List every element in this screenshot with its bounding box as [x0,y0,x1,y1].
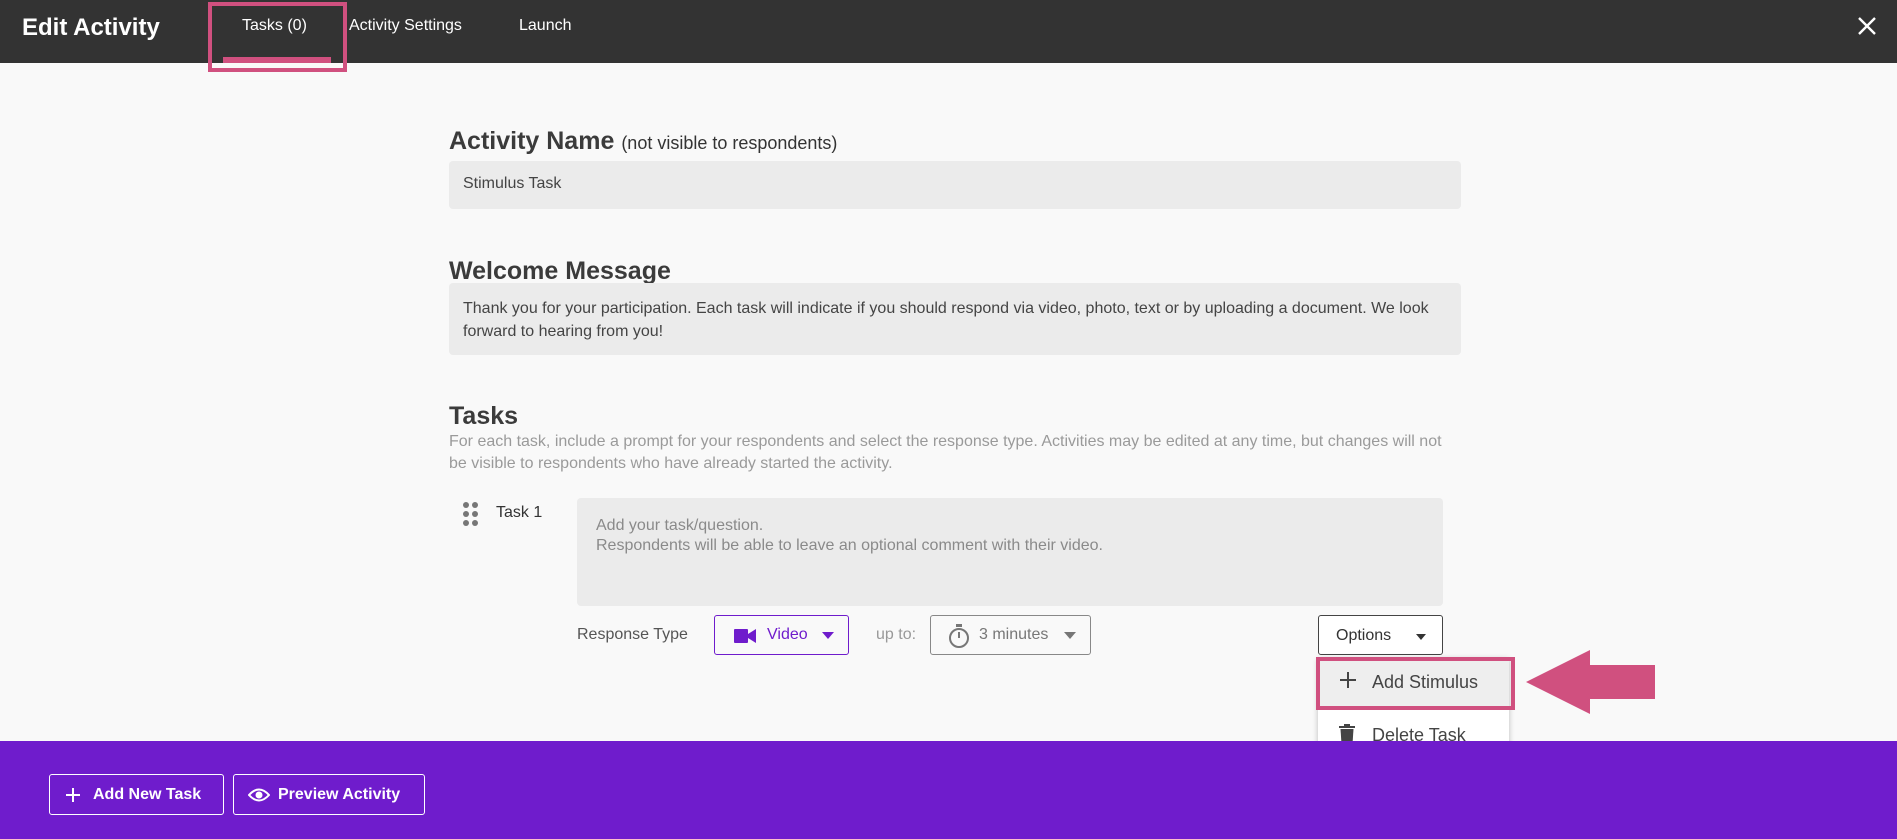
chevron-down-icon [1416,634,1426,640]
eye-icon [247,786,271,809]
tab-launch[interactable]: Launch [519,17,572,35]
pointer-arrow-icon [1524,650,1656,719]
page-title: Edit Activity [22,14,160,41]
plus-icon [64,786,82,809]
response-type-value: Video [767,626,808,643]
add-new-task-button[interactable]: Add New Task [49,774,224,815]
activity-name-note: (not visible to respondents) [621,133,838,153]
welcome-message-input[interactable]: Thank you for your participation. Each t… [449,283,1461,355]
tasks-heading: Tasks [449,402,519,430]
activity-name-title: Activity Name [449,127,615,155]
add-stimulus-highlight-box [1316,657,1515,710]
close-icon[interactable] [1855,13,1879,41]
preview-activity-label: Preview Activity [278,786,401,803]
options-button[interactable]: Options [1318,615,1443,655]
chevron-down-icon [822,632,834,639]
chevron-down-icon [1064,632,1076,639]
response-type-select[interactable]: Video [714,615,849,655]
activity-name-input[interactable]: Stimulus Task [449,161,1461,209]
prompt-placeholder-line1: Add your task/question. [596,517,764,534]
options-label: Options [1336,627,1392,644]
tasks-description: For each task, include a prompt for your… [449,433,1442,472]
video-camera-icon [734,628,756,649]
tab-activity-settings[interactable]: Activity Settings [349,17,462,35]
duration-select[interactable]: 3 minutes [930,615,1091,655]
response-type-label: Response Type [577,626,688,643]
up-to-label: up to: [876,626,917,643]
prompt-placeholder-line2: Respondents will be able to leave an opt… [596,537,1103,554]
preview-activity-button[interactable]: Preview Activity [233,774,425,815]
duration-value: 3 minutes [979,626,1049,643]
drag-handle-icon[interactable] [463,502,479,526]
tasks-tab-highlight-box [208,2,347,72]
task-prompt-input[interactable]: Add your task/question. Respondents will… [577,498,1443,606]
welcome-message-heading: Welcome Message [449,257,671,285]
activity-name-heading: Activity Name (not visible to respondent… [449,127,837,156]
add-new-task-label: Add New Task [93,786,202,803]
stopwatch-icon [948,624,970,653]
task-label: Task 1 [496,504,543,521]
